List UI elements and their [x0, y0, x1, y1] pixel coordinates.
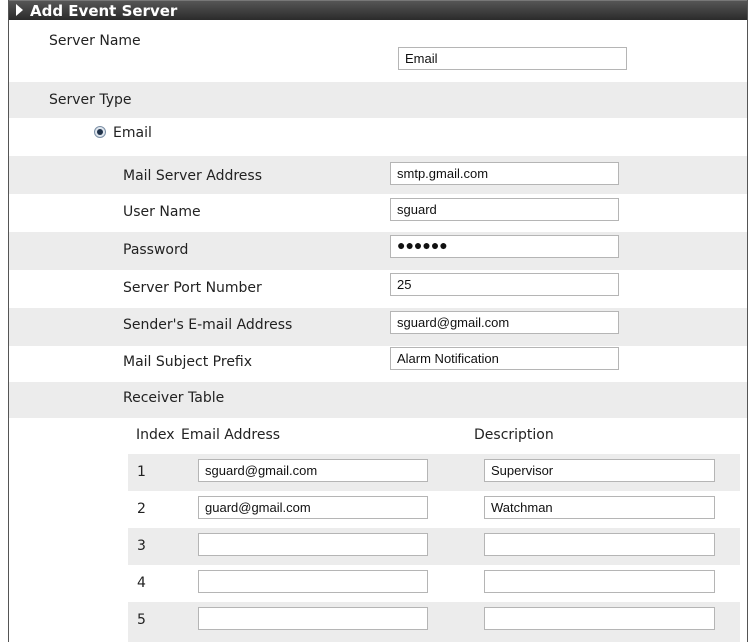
index-column-header: Index	[136, 427, 175, 443]
receiver-description-input[interactable]	[484, 607, 715, 630]
mail-server-row: Mail Server Address smtp.gmail.com	[9, 156, 747, 194]
subject-prefix-input[interactable]: Alarm Notification	[390, 347, 619, 370]
receiver-email-input[interactable]	[198, 570, 428, 593]
password-row: Password ●●●●●●	[9, 232, 747, 270]
description-column-header: Description	[474, 427, 554, 443]
port-label: Server Port Number	[123, 280, 262, 296]
collapse-triangle-icon[interactable]	[16, 4, 23, 16]
receiver-description-input[interactable]: Watchman	[484, 496, 715, 519]
mail-server-label: Mail Server Address	[123, 168, 263, 184]
user-name-label: User Name	[123, 204, 201, 220]
server-name-input[interactable]: Email	[398, 47, 627, 70]
receiver-row: 4	[128, 565, 740, 602]
receiver-index: 4	[137, 575, 146, 591]
receiver-index: 2	[137, 501, 146, 517]
port-input[interactable]: 25	[390, 273, 619, 296]
receiver-description-input[interactable]: Supervisor	[484, 459, 715, 482]
receiver-row: 1 sguard@gmail.com Supervisor	[128, 454, 740, 491]
subject-prefix-label: Mail Subject Prefix	[123, 354, 253, 370]
receiver-index: 1	[137, 464, 146, 480]
receiver-index: 5	[137, 612, 146, 628]
user-name-input[interactable]: sguard	[390, 198, 619, 221]
subject-prefix-row: Mail Subject Prefix Alarm Notification	[9, 346, 747, 382]
email-option-row: Email	[9, 118, 747, 156]
mail-server-input[interactable]: smtp.gmail.com	[390, 162, 619, 185]
email-column-header: Email Address	[181, 427, 281, 443]
receiver-row: 5	[128, 602, 740, 642]
sender-label: Sender's E-mail Address	[123, 317, 293, 333]
server-type-label: Server Type	[49, 92, 132, 108]
receiver-table-header: Index Email Address Description	[9, 418, 747, 454]
add-event-server-panel: Add Event Server Server Name Email Serve…	[8, 0, 748, 642]
sender-row: Sender's E-mail Address sguard@gmail.com	[9, 308, 747, 346]
panel-title: Add Event Server	[30, 2, 178, 20]
receiver-description-input[interactable]	[484, 533, 715, 556]
receiver-table-label: Receiver Table	[123, 390, 225, 406]
server-type-row: Server Type	[9, 82, 747, 118]
receiver-description-input[interactable]	[484, 570, 715, 593]
receiver-email-input[interactable]	[198, 533, 428, 556]
receiver-row: 3	[128, 528, 740, 565]
server-name-row: Server Name	[9, 20, 747, 59]
receiver-email-input[interactable]	[198, 607, 428, 630]
receiver-email-input[interactable]: guard@gmail.com	[198, 496, 428, 519]
password-label: Password	[123, 242, 189, 258]
user-name-row: User Name sguard	[9, 194, 747, 232]
email-radio-button[interactable]	[94, 126, 106, 138]
port-row: Server Port Number 25	[9, 270, 747, 308]
server-name-label: Server Name	[49, 33, 141, 49]
password-input[interactable]: ●●●●●●	[390, 235, 619, 258]
email-option-label: Email	[113, 125, 152, 141]
receiver-table-row: Receiver Table	[9, 382, 747, 418]
panel-header[interactable]: Add Event Server	[9, 0, 747, 20]
receiver-index: 3	[137, 538, 146, 554]
sender-input[interactable]: sguard@gmail.com	[390, 311, 619, 334]
receiver-row: 2 guard@gmail.com Watchman	[128, 491, 740, 528]
receiver-email-input[interactable]: sguard@gmail.com	[198, 459, 428, 482]
